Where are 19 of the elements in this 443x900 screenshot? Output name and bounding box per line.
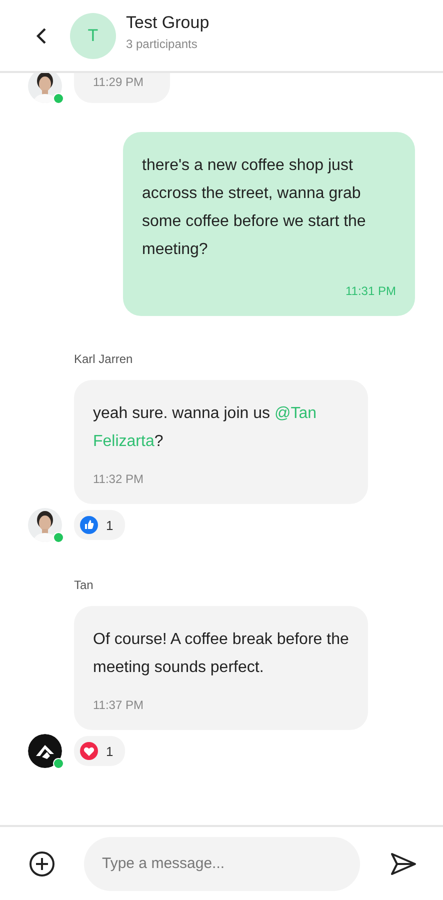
message-bubble: 11:29 PM <box>74 73 170 103</box>
participant-count: 3 participants <box>126 36 198 50</box>
message-text: Of course! A coffee break before the meeting sounds perfect. <box>93 631 349 676</box>
message-text: there's a new coffee shop just accross the street, wanna grab some coffee before we start the meeting? <box>142 157 366 258</box>
message-time: 11:31 PM <box>344 284 396 298</box>
group-avatar: T <box>70 12 116 58</box>
add-icon[interactable] <box>29 850 55 876</box>
sender-name: Karl Jarren <box>74 352 134 366</box>
reaction-chip[interactable]: 1 <box>74 510 126 540</box>
message-text: yeah sure. wanna join us @Tan Felizarta? <box>93 405 316 450</box>
group-title: Test Group <box>126 12 210 32</box>
message-time: 11:32 PM <box>93 472 144 486</box>
send-icon[interactable] <box>389 850 417 876</box>
logo-icon <box>28 734 62 768</box>
sender-name: Tan <box>74 578 94 592</box>
message-input[interactable]: Type a message... <box>84 836 360 890</box>
message-time: 11:37 PM <box>93 698 144 712</box>
reaction-chip[interactable]: 1 <box>74 736 126 766</box>
thumbs-up-icon <box>80 516 98 534</box>
